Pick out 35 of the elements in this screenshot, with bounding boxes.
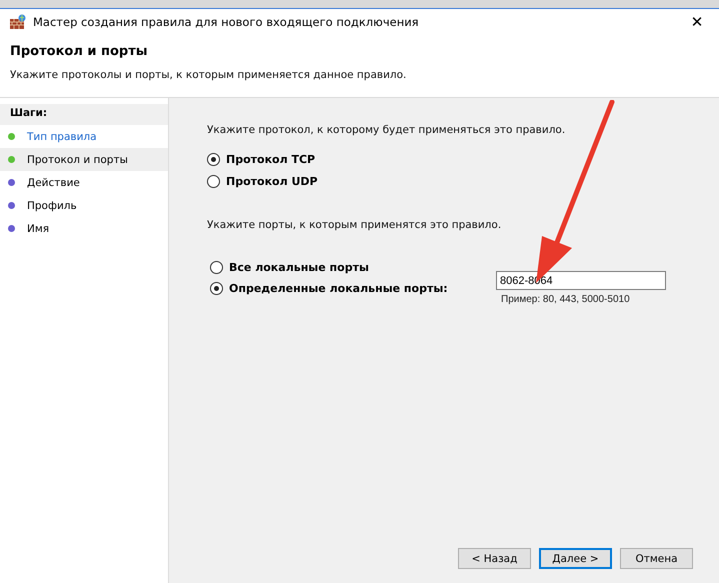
ports-radio[interactable]: Определенные локальные порты: bbox=[210, 282, 496, 295]
radio-button[interactable] bbox=[207, 175, 220, 188]
step-label: Профиль bbox=[27, 200, 77, 212]
step-label: Тип правила bbox=[27, 130, 97, 142]
wizard-button[interactable]: < Назад bbox=[458, 548, 531, 569]
step-item[interactable]: Действие bbox=[0, 171, 168, 194]
protocol-radio[interactable]: Протокол TCP bbox=[207, 153, 691, 166]
example-hint: Пример: 80, 443, 5000-5010 bbox=[500, 294, 631, 305]
step-label: Действие bbox=[27, 176, 80, 188]
ports-prompt: Укажите порты, к которым применятся это правило. bbox=[207, 219, 502, 231]
radio-button[interactable] bbox=[207, 153, 220, 166]
firewall-icon bbox=[9, 14, 27, 30]
close-button[interactable]: ✕ bbox=[675, 9, 719, 35]
ports-radio[interactable]: Все локальные порты bbox=[210, 261, 496, 274]
step-item[interactable]: Тип правила bbox=[0, 125, 168, 148]
radio-label: Протокол TCP bbox=[226, 153, 316, 166]
radio-label: Протокол UDP bbox=[226, 175, 318, 188]
radio-label: Определенные локальные порты: bbox=[229, 282, 448, 295]
wizard-button[interactable]: Далее > bbox=[539, 548, 612, 569]
page-subtitle: Укажите протоколы и порты, к которым применяется данное правило. bbox=[10, 69, 408, 81]
radio-button[interactable] bbox=[210, 261, 223, 274]
step-label: Протокол и порты bbox=[27, 154, 128, 166]
ports-input-field[interactable]: 8062-8064 bbox=[496, 271, 666, 290]
wizard-button[interactable]: Отмена bbox=[620, 548, 693, 569]
radio-button[interactable] bbox=[210, 282, 223, 295]
radio-label: Все локальные порты bbox=[229, 261, 369, 274]
step-item[interactable]: Имя bbox=[0, 217, 168, 240]
protocol-prompt: Укажите протокол, к которому будет применяться это правило. bbox=[207, 124, 566, 136]
steps-heading: Шаги: bbox=[0, 104, 168, 125]
protocol-radio[interactable]: Протокол UDP bbox=[207, 175, 691, 188]
window-title: Мастер создания правила для нового входящего подключения bbox=[33, 15, 420, 29]
step-item[interactable]: Протокол и порты bbox=[0, 148, 168, 171]
step-item[interactable]: Профиль bbox=[0, 194, 168, 217]
step-label: Имя bbox=[27, 222, 50, 234]
page-title: Протокол и порты bbox=[10, 44, 149, 59]
